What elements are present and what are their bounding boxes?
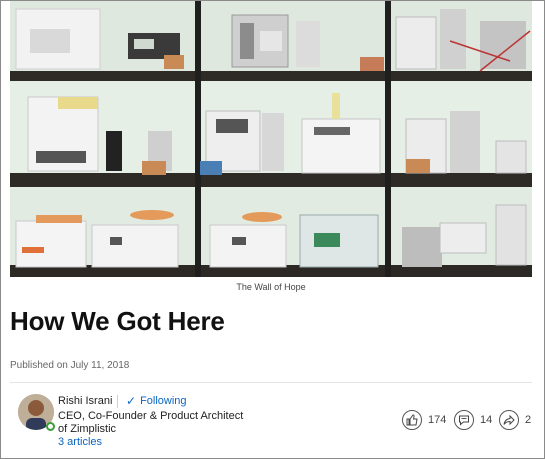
online-status-icon bbox=[46, 422, 55, 431]
divider bbox=[10, 382, 532, 383]
like-button[interactable]: 174 bbox=[402, 410, 446, 430]
comment-button[interactable]: 14 bbox=[454, 410, 492, 430]
author-name[interactable]: Rishi Israni bbox=[58, 395, 112, 407]
author-articles-link[interactable]: 3 articles bbox=[58, 436, 102, 448]
published-date: Published on July 11, 2018 bbox=[10, 360, 130, 371]
article-title: How We Got Here bbox=[10, 306, 225, 336]
author-headline: CEO, Co-Founder & Product Architect of Z… bbox=[58, 410, 244, 435]
thumbs-up-icon bbox=[402, 410, 422, 430]
comment-count: 14 bbox=[480, 414, 493, 426]
following-button[interactable]: ✓ Following bbox=[126, 394, 187, 408]
share-button[interactable]: 2 bbox=[499, 410, 531, 430]
like-count: 174 bbox=[428, 414, 447, 426]
name-separator bbox=[117, 395, 118, 408]
check-icon: ✓ bbox=[126, 394, 137, 408]
share-icon bbox=[499, 410, 519, 430]
comment-icon bbox=[454, 410, 474, 430]
share-count: 2 bbox=[525, 414, 532, 426]
hero-image[interactable] bbox=[10, 1, 532, 277]
following-label: Following bbox=[140, 395, 187, 407]
image-caption: The Wall of Hope bbox=[236, 282, 306, 292]
